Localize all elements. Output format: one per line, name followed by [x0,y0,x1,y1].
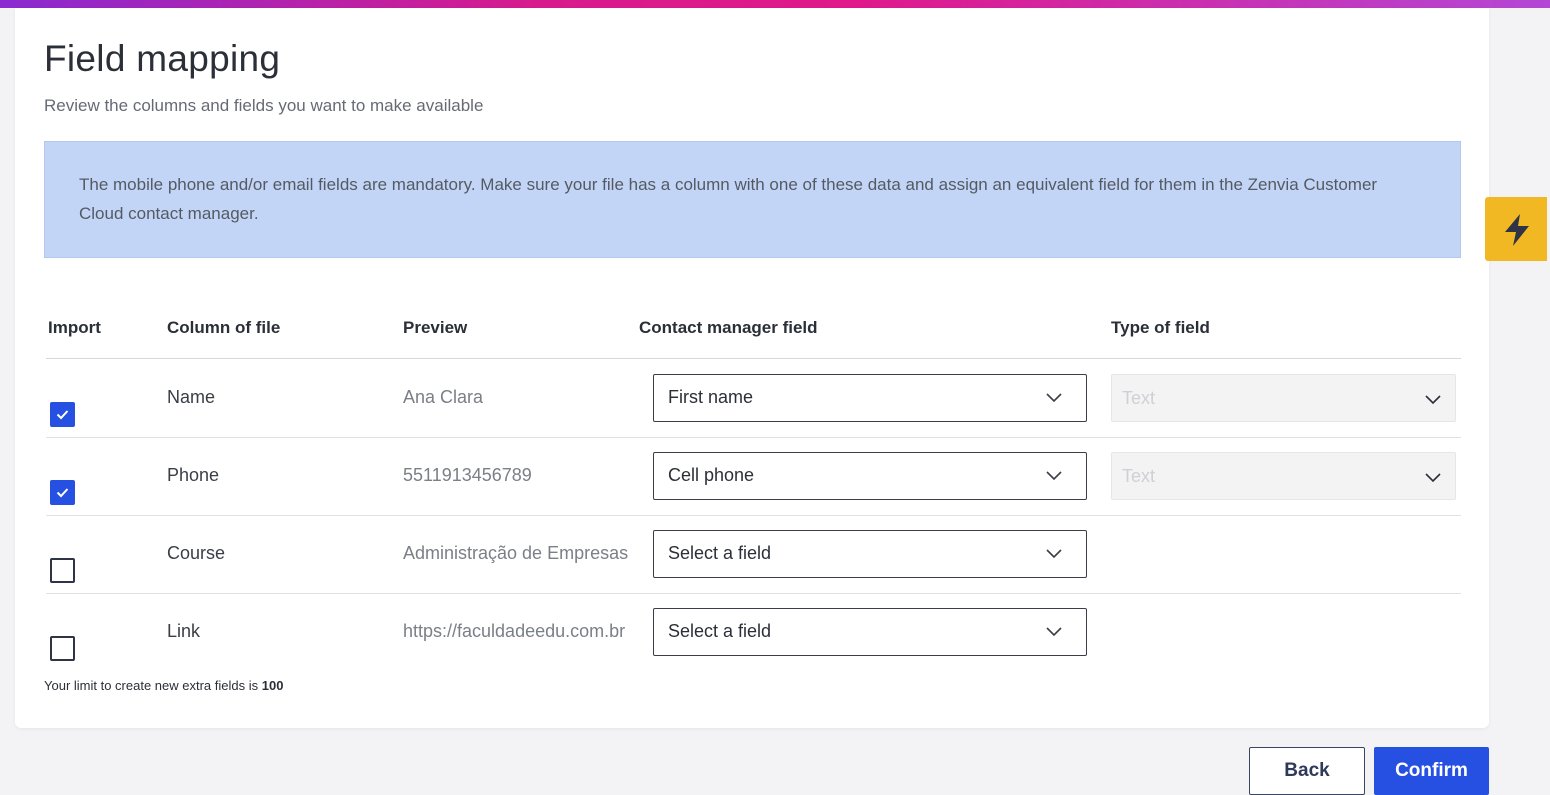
header-contact-manager-field: Contact manager field [639,318,818,337]
contact-field-value: Select a field [668,543,772,563]
preview-value: https://faculdadeedu.com.br [403,621,626,641]
chevron-down-icon [1046,549,1062,559]
confirm-button[interactable]: Confirm [1374,747,1489,795]
preview-value: 5511913456789 [403,465,532,485]
table-row: Link https://faculdadeedu.com.br Select … [46,593,1461,671]
import-checkbox[interactable] [50,402,75,427]
field-type-select[interactable]: Text [1111,374,1456,422]
field-type-select[interactable]: Text [1111,452,1456,500]
check-icon [56,488,69,498]
header-column-of-file: Column of file [167,318,281,337]
import-checkbox[interactable] [50,558,75,583]
contact-field-value: Select a field [668,621,772,641]
table-row: Course Administração de Empresas Select … [46,515,1461,594]
field-type-value: Text [1122,466,1156,486]
limit-value: 100 [261,678,284,693]
limit-text: Your limit to create new extra fields is [44,678,262,693]
chevron-down-icon [1046,393,1062,403]
page-subtitle: Review the columns and fields you want t… [44,96,484,115]
contact-field-value: First name [668,387,754,407]
chevron-down-icon [1046,471,1062,481]
contact-field-select[interactable]: Select a field [653,608,1087,656]
chevron-down-icon [1046,627,1062,637]
lightning-bolt-icon [1505,214,1529,246]
header-type-of-field: Type of field [1111,318,1210,337]
contact-field-select[interactable]: Cell phone [653,452,1087,500]
import-checkbox[interactable] [50,636,75,661]
contact-field-select[interactable]: Select a field [653,530,1087,578]
top-gradient-bar [0,0,1550,8]
table-row: Phone 5511913456789 Cell phone Text [46,437,1461,516]
back-button[interactable]: Back [1249,747,1365,795]
column-name: Phone [167,465,220,485]
contact-field-value: Cell phone [668,465,755,485]
chevron-down-icon [1425,395,1441,405]
table-header: Import Column of file Preview Contact ma… [46,314,1461,359]
chevron-down-icon [1425,473,1441,483]
table-row: Name Ana Clara First name Text [46,359,1461,438]
column-name: Name [167,387,216,407]
column-name: Course [167,543,226,563]
check-icon [56,410,69,420]
preview-value: Administração de Empresas [403,543,629,563]
quick-actions-button[interactable] [1485,197,1547,261]
field-type-value: Text [1122,388,1156,408]
column-name: Link [167,621,201,641]
extra-fields-limit: Your limit to create new extra fields is… [44,678,283,693]
mandatory-fields-info-box: The mobile phone and/or email fields are… [44,141,1461,258]
header-preview: Preview [403,318,468,337]
page-title: Field mapping [44,38,281,79]
header-import: Import [48,318,101,337]
field-mapping-card: Field mapping Review the columns and fie… [15,8,1489,728]
preview-value: Ana Clara [403,387,484,407]
contact-field-select[interactable]: First name [653,374,1087,422]
import-checkbox[interactable] [50,480,75,505]
